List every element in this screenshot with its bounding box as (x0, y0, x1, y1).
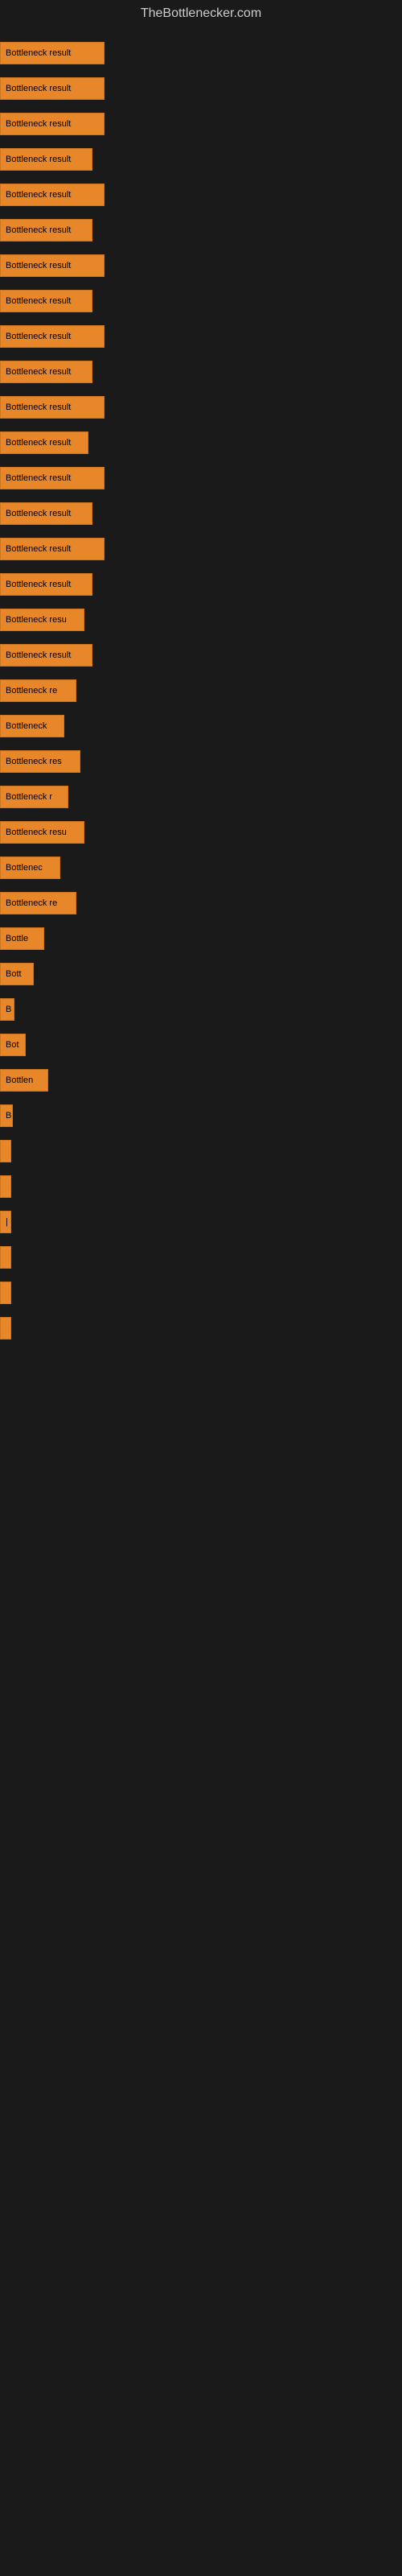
bar-row: Bottleneck result (0, 142, 402, 177)
bottleneck-bar: Bottleneck re (0, 679, 76, 702)
bar-row: Bottleneck re (0, 673, 402, 708)
bar-row: Bottleneck resu (0, 602, 402, 638)
bottleneck-bar: B (0, 998, 14, 1021)
bar-row: Bottlen (0, 1063, 402, 1098)
bar-row: Bottleneck r (0, 779, 402, 815)
bars-container: Bottleneck result Bottleneck result Bottle… (0, 27, 402, 1354)
bottleneck-bar: Bottleneck result (0, 396, 105, 419)
bar-row: Bottleneck result (0, 567, 402, 602)
bar-row: | (0, 1204, 402, 1240)
bottleneck-bar: Bottleneck result (0, 467, 105, 489)
bar-row: Bottleneck result (0, 106, 402, 142)
bar-row: Bottleneck result (0, 35, 402, 71)
bar-row: Bottleneck result (0, 177, 402, 213)
bar-row: Bottleneck res (0, 744, 402, 779)
bottleneck-bar: Bottleneck result (0, 538, 105, 560)
bar-row: Bottleneck resu (0, 815, 402, 850)
bar-row: Bottleneck re (0, 886, 402, 921)
bottleneck-bar: Bottleneck result (0, 219, 92, 242)
bar-row: Bottleneck result (0, 283, 402, 319)
bottleneck-bar: Bottleneck result (0, 113, 105, 135)
bar-row: Bott (0, 956, 402, 992)
bottleneck-bar (0, 1317, 11, 1340)
bar-row: Bottleneck result (0, 638, 402, 673)
bar-row: Bottleneck result (0, 425, 402, 460)
bottleneck-bar: Bottleneck result (0, 431, 88, 454)
bottleneck-bar: Bottleneck result (0, 644, 92, 667)
bottleneck-bar: | (0, 1211, 11, 1233)
bar-row (0, 1275, 402, 1311)
bar-row: Bottleneck (0, 708, 402, 744)
bottleneck-bar: Bottleneck result (0, 42, 105, 64)
bottleneck-bar: Bott (0, 963, 34, 985)
bar-row: Bot (0, 1027, 402, 1063)
bar-row: Bottleneck result (0, 354, 402, 390)
bar-row: Bottleneck result (0, 71, 402, 106)
bar-row: Bottleneck result (0, 248, 402, 283)
bottleneck-bar: Bot (0, 1034, 26, 1056)
bottleneck-bar: Bottleneck result (0, 148, 92, 171)
bottleneck-bar: Bottleneck result (0, 254, 105, 277)
bar-row (0, 1311, 402, 1346)
bar-row: Bottleneck result (0, 390, 402, 425)
bar-row (0, 1240, 402, 1275)
bottleneck-bar (0, 1140, 11, 1162)
bar-row: Bottlenec (0, 850, 402, 886)
bar-row: Bottleneck result (0, 213, 402, 248)
bottleneck-bar: Bottleneck resu (0, 821, 84, 844)
bar-row: Bottleneck result (0, 319, 402, 354)
bar-row: Bottleneck result (0, 460, 402, 496)
bottleneck-bar: Bottle (0, 927, 44, 950)
bottleneck-bar: Bottleneck result (0, 361, 92, 383)
bottleneck-bar: B (0, 1104, 13, 1127)
bottleneck-bar: Bottleneck res (0, 750, 80, 773)
bar-row: Bottle (0, 921, 402, 956)
bottleneck-bar: Bottleneck result (0, 77, 105, 100)
bar-row (0, 1133, 402, 1169)
bar-row: B (0, 992, 402, 1027)
bar-row: Bottleneck result (0, 531, 402, 567)
bottleneck-bar: Bottleneck result (0, 290, 92, 312)
bar-row: Bottleneck result (0, 496, 402, 531)
bottleneck-bar: Bottleneck result (0, 184, 105, 206)
bottleneck-bar: Bottleneck (0, 715, 64, 737)
site-title: TheBottlenecker.com (0, 0, 402, 27)
bar-row: B (0, 1098, 402, 1133)
bottleneck-bar (0, 1246, 11, 1269)
bottleneck-bar (0, 1175, 11, 1198)
bottleneck-bar: Bottleneck re (0, 892, 76, 914)
bottleneck-bar: Bottleneck resu (0, 609, 84, 631)
bottleneck-bar: Bottleneck r (0, 786, 68, 808)
bottleneck-bar: Bottlenec (0, 857, 60, 879)
bottleneck-bar: Bottleneck result (0, 502, 92, 525)
bar-row (0, 1169, 402, 1204)
bottleneck-bar (0, 1282, 11, 1304)
bottleneck-bar: Bottleneck result (0, 325, 105, 348)
bottleneck-bar: Bottleneck result (0, 573, 92, 596)
bottleneck-bar: Bottlen (0, 1069, 48, 1092)
